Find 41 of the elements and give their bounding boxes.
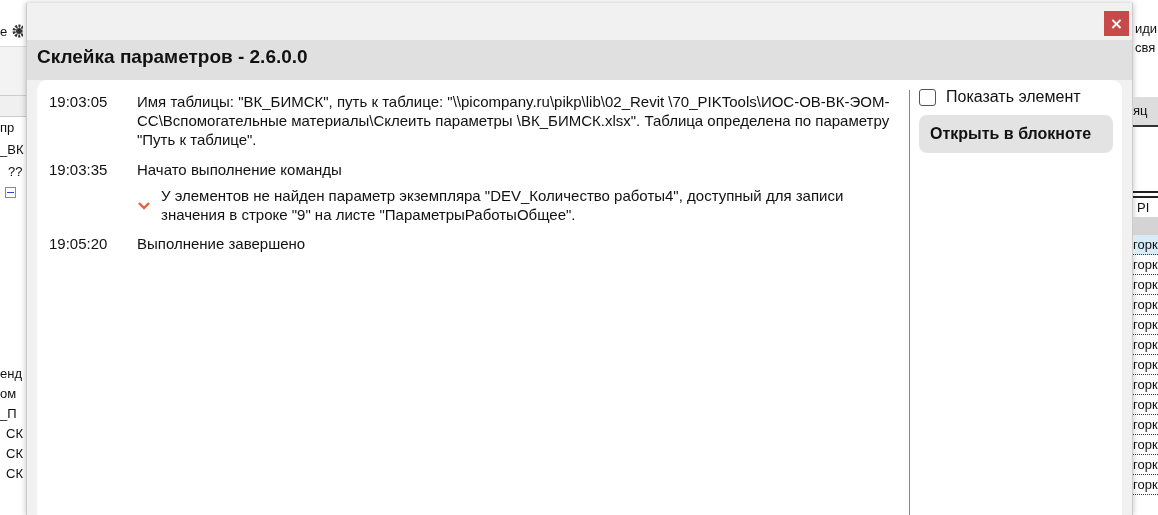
log-time: 19:03:35 [49, 160, 109, 179]
tree-item[interactable]: ?? [0, 161, 26, 183]
log-time: 19:03:05 [49, 92, 109, 112]
open-notepad-button[interactable]: Открыть в блокноте [919, 115, 1113, 153]
table-cell: горк [1133, 355, 1158, 375]
window-title: Склейка параметров - 2.6.0.0 [37, 46, 309, 68]
log-message: Начато выполнение команды [137, 160, 343, 179]
table-cell: горк [1133, 455, 1158, 475]
tree-item[interactable]: енд [0, 364, 26, 384]
table-cell: горк [1133, 235, 1158, 255]
table-cell: горк [1133, 275, 1158, 295]
chevron-icon[interactable] [137, 200, 151, 210]
label-text: свя [1134, 39, 1157, 57]
tree-item[interactable]: СК [0, 464, 26, 484]
collapse-toggle[interactable] [5, 187, 16, 198]
tab[interactable]: яц [1133, 97, 1158, 127]
close-button[interactable]: × [1104, 11, 1129, 36]
tree-item[interactable]: СК [0, 444, 26, 464]
log-time: 19:05:20 [49, 234, 109, 253]
table-cell: горк [1133, 395, 1158, 415]
table-cell: горк [1133, 475, 1158, 495]
log-message: У элементов не найден параметр экземпляра "DEV_Количество работы4", доступный для записи значения в строке "9" на листе "ПараметрыРаботыОбщее". [161, 186, 845, 224]
tree-item[interactable]: ом [0, 384, 26, 404]
table-cell: горк [1133, 255, 1158, 275]
tree-item[interactable]: пр [0, 117, 26, 139]
table-cell: горк [1133, 375, 1158, 395]
table-cell: горк [1133, 335, 1158, 355]
label-text: иди [1134, 20, 1158, 38]
table-cell: горк [1133, 415, 1158, 435]
tree-item[interactable]: _П [0, 404, 26, 424]
table-cell: горк [1133, 315, 1158, 335]
table-cell: горк [1133, 435, 1158, 455]
show-element-checkbox[interactable]: Показать элемент [919, 88, 1113, 106]
log-message: Имя таблицы: "ВК_БИМСК", путь к таблице: "\\picompany.ru\pikp\lib\02_Revit \70_PIKTools\ИОС-ОВ-ВК-ЭОМ-СС\Вспомогательные материалы\Склеить параметры \ВК_БИМСК.xlsx". Таблица определена по параметру "Путь к таблице". [137, 92, 891, 149]
log-message: Выполнение завершено [137, 234, 307, 253]
tree-item[interactable]: СК [0, 424, 26, 444]
tree-item[interactable]: _ВК [0, 139, 26, 161]
label-text: е [0, 23, 8, 39]
checkbox-icon[interactable] [919, 88, 936, 106]
table-cell: горк [1133, 295, 1158, 315]
gear-icon[interactable] [11, 24, 24, 38]
